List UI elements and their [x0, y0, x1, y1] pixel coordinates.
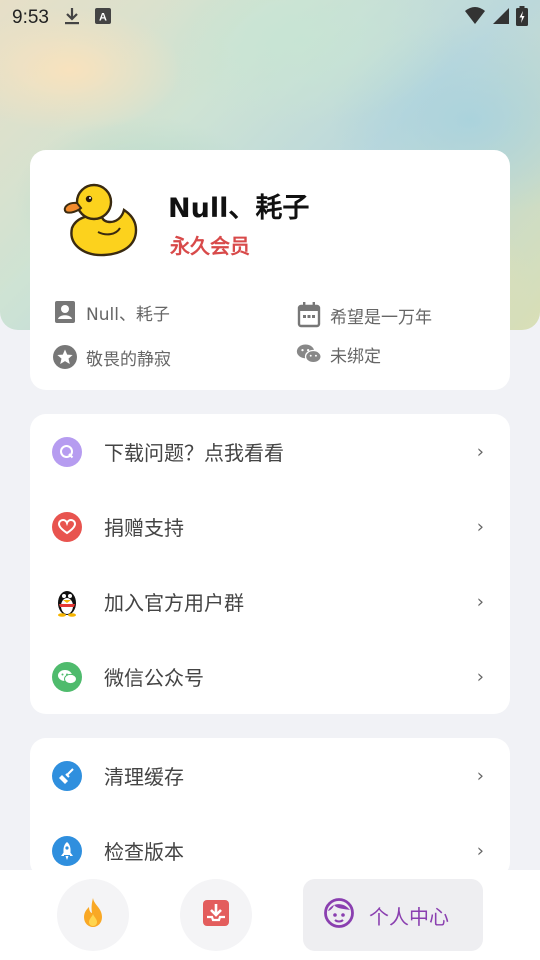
status-time: 9:53: [12, 7, 49, 28]
download-icon: [63, 6, 81, 30]
signature-text: 敬畏的静寂: [86, 349, 171, 370]
wechat-outline-icon: [296, 341, 322, 367]
inbox-download-icon: [201, 898, 231, 932]
profile-card: Null、耗子 永久会员 Null、耗子 希望是一万年 敬畏的静寂 未绑定: [30, 150, 510, 390]
menu-label: 捐赠支持: [104, 516, 184, 540]
menu-label: 清理缓存: [104, 765, 184, 789]
menu-label: 检查版本: [104, 840, 184, 864]
info-signature: 敬畏的静寂: [52, 344, 171, 370]
menu-item-wechat-official[interactable]: 微信公众号 ›: [30, 639, 510, 714]
chevron-right-icon: ›: [476, 516, 484, 537]
bottom-nav: 个人中心: [0, 870, 540, 960]
menu-item-check-version[interactable]: 检查版本 ›: [30, 813, 510, 878]
chevron-right-icon: ›: [476, 840, 484, 861]
broom-icon: [52, 760, 82, 791]
chevron-right-icon: ›: [476, 441, 484, 462]
calendar-icon: [296, 302, 322, 328]
battery-charging-icon: [516, 6, 528, 30]
menu-item-join-group[interactable]: 加入官方用户群 ›: [30, 564, 510, 639]
wifi-icon: [464, 7, 486, 29]
rocket-icon: [52, 835, 82, 866]
info-username: Null、耗子: [52, 299, 170, 325]
heart-icon: [52, 511, 82, 542]
svg-text:A: A: [99, 12, 107, 24]
avatar[interactable]: [58, 180, 142, 258]
membership-badge: 永久会员: [170, 234, 250, 258]
star-badge-icon: [52, 344, 78, 370]
menu-card-system: 清理缓存 › 检查版本 ›: [30, 738, 510, 878]
status-bar: 9:53 A: [0, 0, 540, 36]
nav-profile-tab[interactable]: 个人中心: [303, 879, 483, 951]
signal-icon: [492, 7, 510, 29]
contact-card-icon: [52, 299, 78, 325]
wechat-icon: [52, 661, 82, 692]
menu-item-clear-cache[interactable]: 清理缓存 ›: [30, 738, 510, 813]
face-icon: [323, 897, 355, 933]
a-notification-icon: A: [94, 8, 111, 28]
chevron-right-icon: ›: [476, 666, 484, 687]
duck-avatar-icon: [63, 183, 138, 257]
menu-item-download-help[interactable]: 下载问题？点我看看 ›: [30, 414, 510, 489]
menu-item-donate[interactable]: 捐赠支持 ›: [30, 489, 510, 564]
menu-card-support: 下载问题？点我看看 › 捐赠支持 › 加入官方用户群 › 微信公众号 ›: [30, 414, 510, 714]
username-text: Null、耗子: [86, 304, 170, 325]
wechat-bind-status: 未绑定: [330, 346, 381, 367]
chevron-right-icon: ›: [476, 765, 484, 786]
nav-download-button[interactable]: [180, 879, 252, 951]
slogan-text: 希望是一万年: [330, 307, 432, 328]
info-wechat: 未绑定: [296, 341, 381, 367]
chevron-right-icon: ›: [476, 591, 484, 612]
qq-penguin-icon: [52, 587, 82, 617]
flame-icon: [80, 897, 106, 933]
menu-label: 微信公众号: [104, 666, 204, 690]
menu-label: 加入官方用户群: [104, 591, 244, 615]
user-name: Null、耗子: [168, 193, 310, 224]
nav-hot-button[interactable]: [57, 879, 129, 951]
nav-profile-label: 个人中心: [369, 904, 449, 929]
q-icon: [52, 436, 82, 467]
menu-label: 下载问题？点我看看: [104, 441, 284, 465]
info-slogan: 希望是一万年: [296, 302, 432, 328]
